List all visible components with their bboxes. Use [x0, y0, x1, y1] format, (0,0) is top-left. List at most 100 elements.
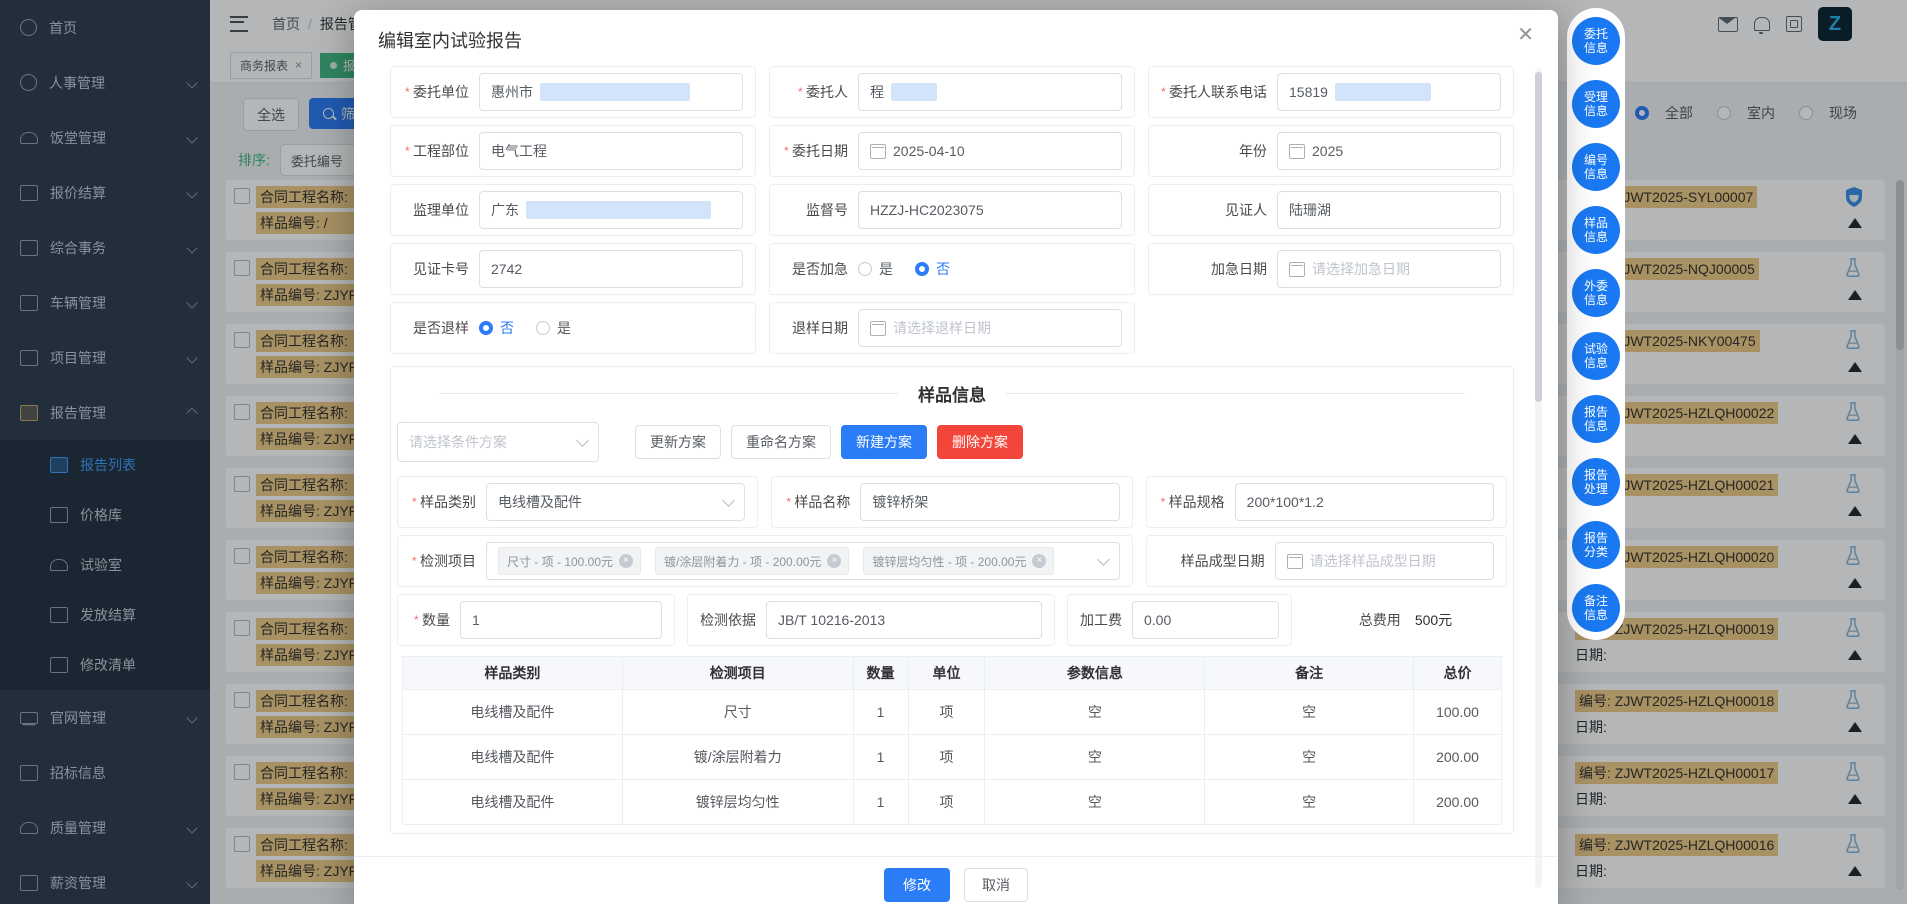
cancel-button[interactable]: 取消 — [964, 868, 1028, 902]
delete-scheme-button[interactable]: 删除方案 — [937, 425, 1023, 459]
field-value: 惠州市 — [491, 82, 533, 102]
sample-category-field: 样品类别 电线槽及配件 — [397, 476, 758, 528]
chevron-down-icon — [576, 434, 589, 447]
project-part-field: 工程部位 电气工程 — [390, 125, 756, 177]
supervise-no-input[interactable]: HZZJ-HC2023075 — [858, 191, 1122, 229]
form-row: 见证卡号 2742 是否加急 是 否 加急日期 请选择加急日期 — [390, 243, 1514, 295]
field-label: 工程部位 — [397, 141, 469, 161]
anchor-label: 委托信息 — [1583, 27, 1609, 55]
sample-form-date-field: 样品成型日期 请选择样品成型日期 — [1146, 535, 1507, 587]
anchor-report-classify[interactable]: 报告分类 — [1572, 521, 1620, 569]
anchor-label: 样品信息 — [1583, 216, 1609, 244]
dialog-body: 委托单位 惠州市 委托人 程 委托人联系电话 15819 工程部位 电气工程 — [390, 66, 1514, 904]
new-scheme-button[interactable]: 新建方案 — [841, 425, 927, 459]
field-label: 见证卡号 — [397, 259, 469, 279]
section-divider: 样品信息 — [439, 381, 1465, 406]
radio-label[interactable]: 否 — [500, 318, 514, 338]
urgent-field: 是否加急 是 否 — [769, 243, 1135, 295]
return-sample-field: 是否退样 否 是 — [390, 302, 756, 354]
process-fee-input[interactable]: 0.00 — [1132, 601, 1279, 639]
close-icon[interactable]: ✕ — [1517, 22, 1534, 47]
supervision-unit-input[interactable]: 广东 — [479, 191, 743, 229]
return-yes-radio[interactable] — [536, 321, 550, 335]
sample-spec-field: 样品规格 200*100*1.2 — [1146, 476, 1507, 528]
field-label: 数量 — [404, 610, 450, 630]
sample-info-section: 样品信息 请选择条件方案 更新方案 重命名方案 新建方案 删除方案 样品类别 电… — [390, 366, 1514, 834]
witness-input[interactable]: 陆珊湖 — [1277, 191, 1501, 229]
anchor-report-process[interactable]: 报告处理 — [1572, 458, 1620, 506]
divider-line — [1006, 393, 1465, 394]
tag-close-icon[interactable]: × — [827, 554, 841, 568]
anchor-accept-info[interactable]: 受理信息 — [1572, 80, 1620, 128]
field-value: 15819 — [1289, 84, 1328, 100]
field-value: 2025 — [1312, 143, 1343, 159]
redaction-block — [1335, 83, 1431, 101]
table-row: 电线槽及配件镀/涂层附着力1项空空200.00 — [403, 735, 1502, 780]
form-row: 是否退样 否 是 退样日期 请选择退样日期 — [390, 302, 1514, 354]
sample-spec-input[interactable]: 200*100*1.2 — [1235, 483, 1494, 521]
redaction-block — [891, 83, 937, 101]
field-placeholder: 请选择退样日期 — [893, 318, 991, 338]
urgent-no-radio[interactable] — [915, 262, 929, 276]
anchor-entrust-info[interactable]: 委托信息 — [1572, 17, 1620, 65]
app: 首页人事管理饭堂管理报价结算综合事务车辆管理项目管理报告管理报告列表价格库试验室… — [0, 0, 1907, 904]
anchor-label: 备注信息 — [1583, 594, 1609, 622]
quantity-input[interactable]: 1 — [460, 601, 662, 639]
return-date-field: 退样日期 请选择退样日期 — [769, 302, 1135, 354]
anchor-number-info[interactable]: 编号信息 — [1572, 143, 1620, 191]
entrust-date-input[interactable]: 2025-04-10 — [858, 132, 1122, 170]
radio-label[interactable]: 是 — [557, 318, 571, 338]
table-row: 电线槽及配件尺寸1项空空100.00 — [403, 690, 1502, 735]
field-value: 200*100*1.2 — [1247, 494, 1324, 510]
sample-name-input[interactable]: 镀锌桥架 — [860, 483, 1119, 521]
radio-label[interactable]: 否 — [936, 259, 950, 279]
tag-close-icon[interactable]: × — [619, 554, 633, 568]
test-items-multiselect[interactable]: 尺寸 - 项 - 100.00元×镀/涂层附着力 - 项 - 200.00元×镀… — [486, 542, 1120, 580]
scheme-select[interactable]: 请选择条件方案 — [397, 422, 599, 462]
field-value: 2742 — [491, 261, 522, 277]
field-label: 样品规格 — [1153, 492, 1225, 512]
table-cell: 200.00 — [1414, 780, 1502, 825]
sample-form-date-input[interactable]: 请选择样品成型日期 — [1275, 542, 1494, 580]
test-items-field: 检测项目 尺寸 - 项 - 100.00元×镀/涂层附着力 - 项 - 200.… — [397, 535, 1133, 587]
table-cell: 项 — [908, 735, 985, 780]
calendar-icon — [1289, 262, 1305, 277]
sample-category-select[interactable]: 电线槽及配件 — [486, 483, 745, 521]
table-cell: 空 — [1205, 690, 1414, 735]
project-part-input[interactable]: 电气工程 — [479, 132, 743, 170]
table-cell: 电线槽及配件 — [403, 735, 623, 780]
test-item-tag: 镀/涂层附着力 - 项 - 200.00元× — [655, 547, 849, 575]
form-row: 检测项目 尺寸 - 项 - 100.00元×镀/涂层附着力 - 项 - 200.… — [397, 535, 1507, 587]
entrust-phone-input[interactable]: 15819 — [1277, 73, 1501, 111]
tag-close-icon[interactable]: × — [1032, 554, 1046, 568]
field-value: 电线槽及配件 — [498, 492, 582, 512]
entrust-person-input[interactable]: 程 — [858, 73, 1122, 111]
submit-button[interactable]: 修改 — [884, 868, 950, 902]
redaction-block — [526, 201, 711, 219]
witness-card-input[interactable]: 2742 — [479, 250, 743, 288]
anchor-outsource-info[interactable]: 外委信息 — [1572, 269, 1620, 317]
dialog-scrollbar-thumb[interactable] — [1535, 72, 1542, 402]
anchor-remark-info[interactable]: 备注信息 — [1572, 584, 1620, 632]
return-date-input[interactable]: 请选择退样日期 — [858, 309, 1122, 347]
table-cell: 电线槽及配件 — [403, 780, 623, 825]
anchor-label: 外委信息 — [1583, 279, 1609, 307]
year-input[interactable]: 2025 — [1277, 132, 1501, 170]
radio-label[interactable]: 是 — [879, 259, 893, 279]
calendar-icon — [870, 321, 886, 336]
field-value: 陆珊湖 — [1289, 200, 1331, 220]
rename-scheme-button[interactable]: 重命名方案 — [731, 425, 831, 459]
test-basis-input[interactable]: JB/T 10216-2013 — [766, 601, 1042, 639]
anchor-sample-info[interactable]: 样品信息 — [1572, 206, 1620, 254]
anchor-report-info[interactable]: 报告信息 — [1572, 395, 1620, 443]
field-label: 检测项目 — [404, 551, 476, 571]
update-scheme-button[interactable]: 更新方案 — [635, 425, 721, 459]
entrust-unit-input[interactable]: 惠州市 — [479, 73, 743, 111]
return-no-radio[interactable] — [479, 321, 493, 335]
anchor-test-info[interactable]: 试验信息 — [1572, 332, 1620, 380]
urgent-yes-radio[interactable] — [858, 262, 872, 276]
column-header: 备注 — [1205, 657, 1414, 690]
urgent-date-input[interactable]: 请选择加急日期 — [1277, 250, 1501, 288]
field-label: 退样日期 — [776, 318, 848, 338]
total-fee-value: 500元 — [1415, 610, 1452, 630]
